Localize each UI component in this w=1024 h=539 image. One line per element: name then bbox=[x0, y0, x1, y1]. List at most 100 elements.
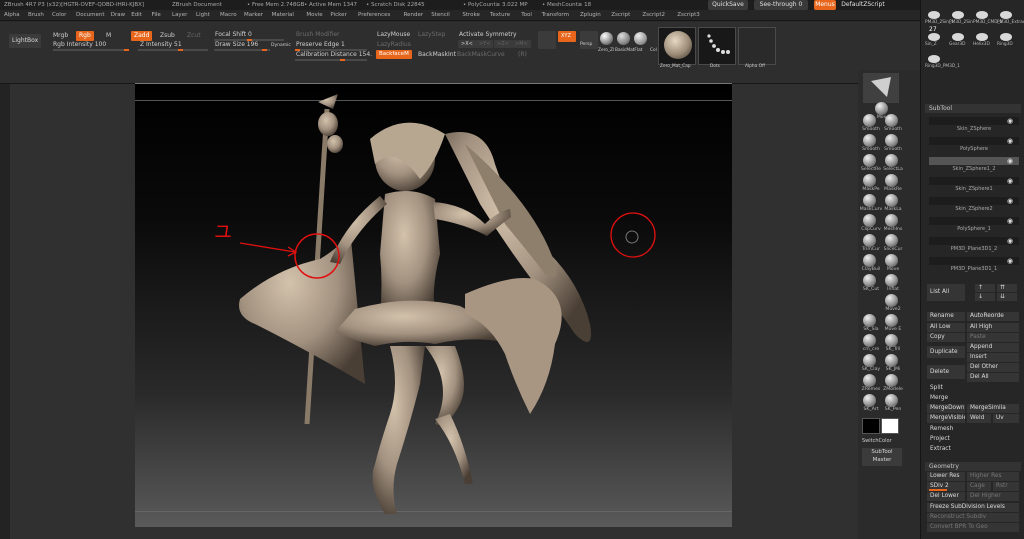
split-button[interactable]: Split bbox=[927, 384, 1019, 393]
shelf-brush-11[interactable]: ClipCurv bbox=[858, 214, 882, 232]
subtool-item[interactable]: ◉ PolySphere_1 bbox=[929, 216, 1019, 234]
see-through-slider[interactable]: See-through 0 bbox=[754, 0, 808, 10]
backface-mask-button[interactable]: BackfaceM bbox=[376, 50, 412, 59]
menu-brush[interactable]: Brush bbox=[28, 10, 44, 21]
tool-thumb-3[interactable]: PM3D_Extract Slit_ZS bbox=[997, 10, 1024, 25]
rgb-intensity-slider[interactable]: Rgb Intensity 100 bbox=[53, 41, 106, 49]
remesh-button[interactable]: Remesh bbox=[927, 425, 1019, 434]
menu-light[interactable]: Light bbox=[196, 10, 210, 21]
menu-tool[interactable]: Tool bbox=[521, 10, 532, 21]
shelf-brush-26[interactable]: ZRemes bbox=[858, 374, 882, 392]
eye-icon[interactable]: ◉ bbox=[1007, 217, 1017, 225]
activate-symmetry-button[interactable]: Activate Symmetry bbox=[459, 31, 517, 39]
menu-render[interactable]: Render bbox=[404, 10, 424, 21]
delete-button[interactable]: Delete bbox=[927, 365, 965, 379]
shelf-brush-9[interactable]: MaskCurv bbox=[858, 194, 882, 212]
quicksave-button[interactable]: QuickSave bbox=[708, 0, 748, 10]
zcut-button[interactable]: Zcut bbox=[187, 32, 201, 40]
sym-x-button[interactable]: >X< bbox=[458, 40, 476, 48]
higher-res-button[interactable]: Higher Res bbox=[967, 472, 1019, 481]
primary-color-swatch[interactable] bbox=[862, 418, 880, 434]
shelf-brush-19[interactable]: Move2 bbox=[880, 294, 904, 312]
menu-transform[interactable]: Transform bbox=[542, 10, 569, 21]
shelf-brush-20[interactable]: SK_Sla bbox=[858, 314, 882, 332]
uv-button[interactable]: Uv bbox=[993, 414, 1019, 423]
menu-material[interactable]: Material bbox=[272, 10, 294, 21]
backmask-int-slider[interactable]: BackMaskInt bbox=[418, 51, 456, 59]
subtool-master-button[interactable]: SubTool Master bbox=[862, 448, 902, 466]
menu-zplugin[interactable]: Zplugin bbox=[580, 10, 601, 21]
menu-zscript[interactable]: Zscript bbox=[611, 10, 630, 21]
geometry-header[interactable]: Geometry bbox=[925, 462, 1021, 471]
rename-button[interactable]: Rename bbox=[927, 312, 965, 321]
list-all-button[interactable]: List All bbox=[927, 284, 965, 301]
stroke-dots-thumbnail[interactable] bbox=[698, 27, 736, 65]
material-sphere-3[interactable] bbox=[634, 32, 647, 45]
sym-m-button[interactable]: >M< bbox=[512, 40, 531, 48]
backmask-curve-slider[interactable]: BackMaskCurve bbox=[457, 51, 505, 59]
subtool-header[interactable]: SubTool bbox=[925, 104, 1021, 113]
eye-icon[interactable]: ◉ bbox=[1007, 157, 1017, 165]
draw-size-slider[interactable]: Draw Size 196 bbox=[215, 41, 258, 49]
shelf-brush-7[interactable]: MaskPe bbox=[858, 174, 882, 192]
menu-macro[interactable]: Macro bbox=[220, 10, 237, 21]
menu-alpha[interactable]: Alpha bbox=[4, 10, 20, 21]
document-canvas[interactable] bbox=[135, 83, 732, 527]
mergesimilar-button[interactable]: MergeSimila bbox=[967, 404, 1019, 413]
shelf-brush-16[interactable]: Move bbox=[880, 254, 904, 272]
menu-picker[interactable]: Picker bbox=[330, 10, 346, 21]
del-other-button[interactable]: Del Other bbox=[967, 363, 1019, 372]
mergevisible-button[interactable]: MergeVisible bbox=[927, 414, 965, 423]
menu-document[interactable]: Document bbox=[76, 10, 105, 21]
shelf-brush-13[interactable]: TrimCur bbox=[858, 234, 882, 252]
shelf-brush-14[interactable]: SliceCur bbox=[880, 234, 904, 252]
matcap-thumbnail[interactable] bbox=[658, 27, 696, 65]
shelf-brush-24[interactable]: SK_Clay bbox=[858, 354, 882, 372]
shelf-brush-10[interactable]: MaskLa bbox=[880, 194, 904, 212]
material-sphere-2[interactable] bbox=[617, 32, 630, 45]
subtool-item[interactable]: ◉ Skin_ZSphere2 bbox=[929, 196, 1019, 214]
menu-marker[interactable]: Marker bbox=[244, 10, 263, 21]
focal-shift-slider[interactable]: Focal Shift 0 bbox=[215, 31, 252, 39]
material-sphere-1[interactable] bbox=[600, 32, 613, 45]
tool-thumb-7[interactable]: Ring3D bbox=[997, 32, 1013, 47]
subtool-item[interactable]: ◉ Skin_ZSphere1_2 bbox=[929, 156, 1019, 174]
sculpt-figure[interactable] bbox=[135, 84, 732, 528]
menu-color[interactable]: Color bbox=[52, 10, 66, 21]
z-intensity-slider[interactable]: Z Intensity 51 bbox=[140, 41, 182, 49]
sym-z-button[interactable]: >Z< bbox=[494, 40, 512, 48]
tool-thumb-6[interactable]: Helix3D bbox=[973, 32, 990, 47]
subtool-item[interactable]: ◉ PM3D_Plane3D1_1 bbox=[929, 256, 1019, 274]
radial-r-button[interactable]: (R) bbox=[518, 51, 527, 59]
rstr-button[interactable]: Rstr bbox=[993, 482, 1019, 491]
shelf-brush-8[interactable]: MaskRe bbox=[880, 174, 904, 192]
m-button[interactable]: M bbox=[106, 32, 111, 40]
tool-thumb-2[interactable]: PM3D_CMD_1 bbox=[973, 10, 1002, 25]
del-all-button[interactable]: Del All bbox=[967, 373, 1019, 382]
menu-layer[interactable]: Layer bbox=[172, 10, 187, 21]
menu-preferences[interactable]: Preferences bbox=[358, 10, 390, 21]
convert-bpr-button[interactable]: Convert BPR To Geo bbox=[927, 523, 1019, 532]
eye-icon[interactable]: ◉ bbox=[1007, 117, 1017, 125]
duplicate-button[interactable]: Duplicate bbox=[927, 346, 965, 358]
lazystep-slider[interactable]: LazyStep bbox=[418, 31, 445, 39]
del-lower-button[interactable]: Del Lower bbox=[927, 492, 965, 501]
mrgb-button[interactable]: Mrgb bbox=[53, 32, 68, 40]
lazymouse-button[interactable]: LazyMouse bbox=[377, 31, 410, 39]
menu-zscript2[interactable]: Zscript2 bbox=[642, 10, 665, 21]
arrow-down-double-icon[interactable]: ⇊ bbox=[997, 293, 1017, 301]
shelf-brush-2[interactable]: Smooth bbox=[880, 114, 904, 132]
tool-thumb-5[interactable]: Gear3D bbox=[949, 32, 965, 47]
mergedown-button[interactable]: MergeDown bbox=[927, 404, 965, 413]
append-button[interactable]: Append bbox=[967, 343, 1019, 352]
rgb-button[interactable]: Rgb bbox=[76, 31, 94, 41]
eye-icon[interactable]: ◉ bbox=[1007, 257, 1017, 265]
alpha-off-thumbnail[interactable] bbox=[738, 27, 776, 65]
arrow-down-icon[interactable]: ↓ bbox=[975, 293, 995, 301]
menu-edit[interactable]: Edit bbox=[131, 10, 142, 21]
shelf-brush-6[interactable]: SelectLa bbox=[880, 154, 904, 172]
shelf-brush-5[interactable]: SelectRe bbox=[858, 154, 882, 172]
all-low-button[interactable]: All Low bbox=[927, 323, 965, 332]
menu-file[interactable]: File bbox=[152, 10, 161, 21]
shelf-brush-25[interactable]: SK_JMi bbox=[880, 354, 904, 372]
